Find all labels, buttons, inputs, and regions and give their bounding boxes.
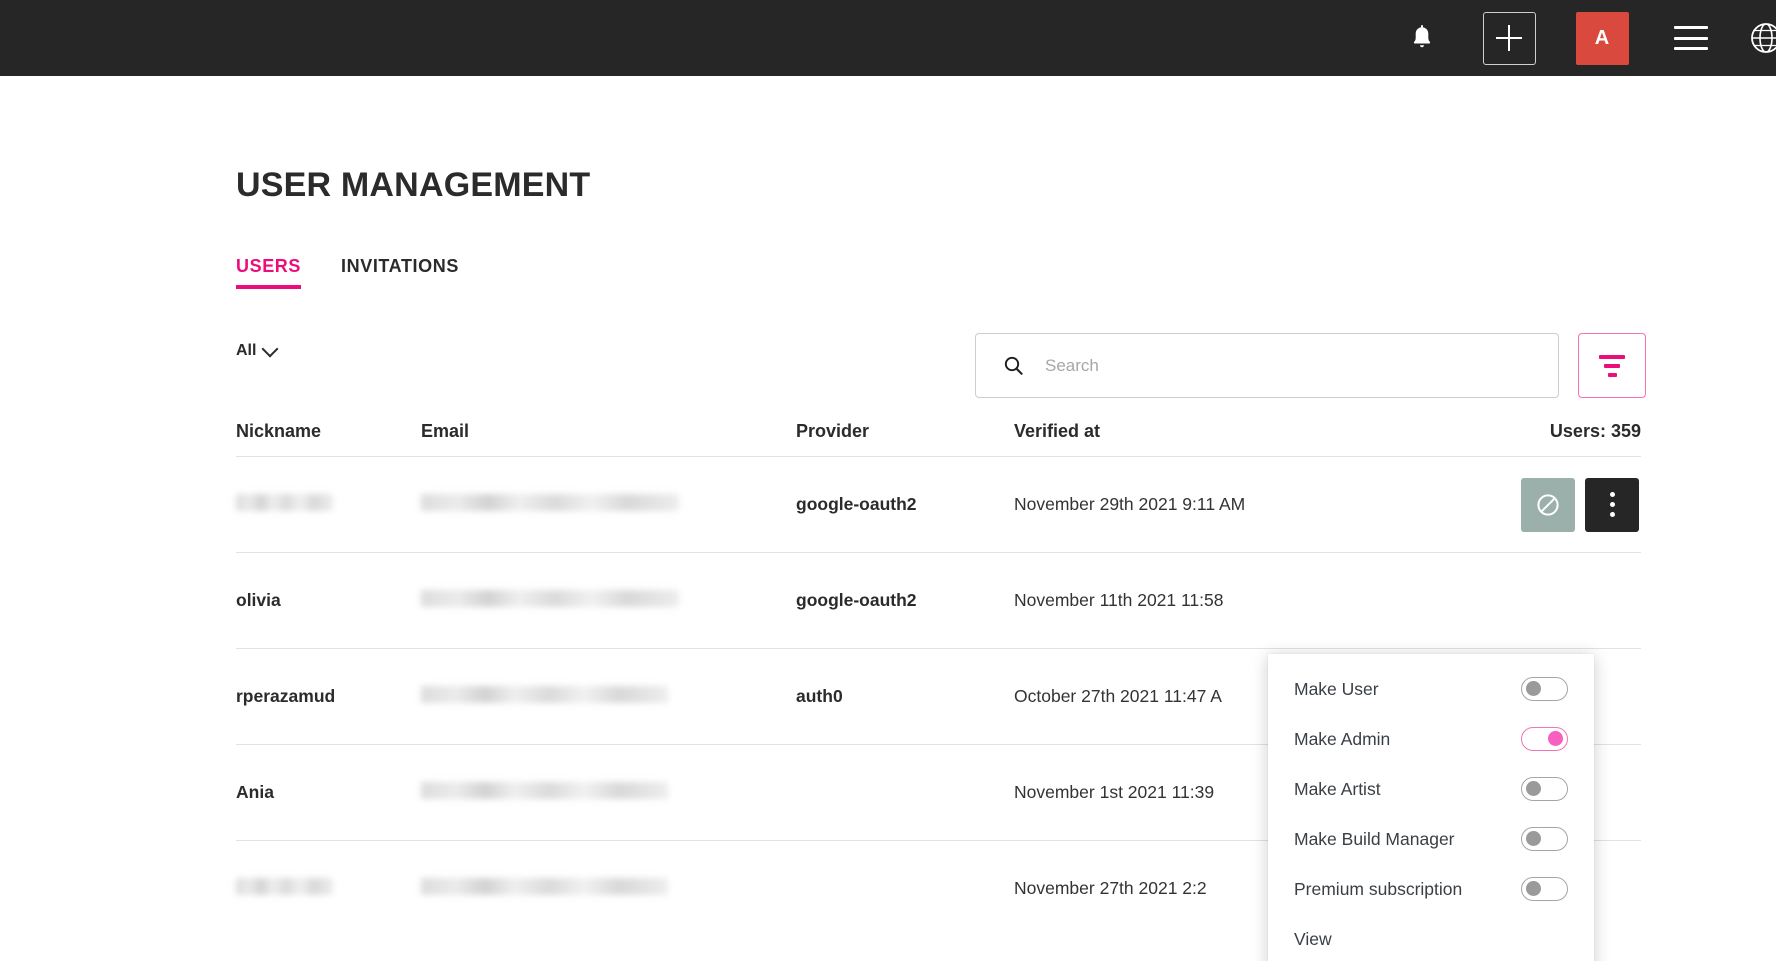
cell-provider: auth0	[796, 686, 843, 706]
more-vertical-icon	[1609, 492, 1615, 497]
column-header-verified-at: Verified at	[1014, 420, 1101, 441]
table-header-row: Nickname Email Provider Verified at User…	[236, 406, 1641, 456]
menu-item-make-build-manager[interactable]: Make Build Manager	[1268, 814, 1594, 864]
search-input[interactable]	[1045, 355, 1525, 376]
table-row[interactable]: olivia google-oauth2 November 11th 2021 …	[236, 552, 1641, 648]
menu-item-label: Make Admin	[1294, 728, 1391, 749]
cell-provider: google-oauth2	[796, 590, 917, 610]
menu-item-label: Make Artist	[1294, 778, 1381, 799]
menu-item-make-artist[interactable]: Make Artist	[1268, 764, 1594, 814]
table-row[interactable]: google-oauth2 November 29th 2021 9:11 AM	[236, 456, 1641, 552]
language-button[interactable]	[1734, 0, 1776, 76]
search-box[interactable]	[975, 333, 1559, 398]
cell-nickname	[236, 493, 421, 516]
redacted-email	[421, 589, 679, 607]
tab-invitations[interactable]: INVITATIONS	[341, 256, 459, 289]
tab-users[interactable]: USERS	[236, 256, 302, 289]
page-title: USER MANAGEMENT	[236, 166, 591, 204]
role-filter-label: All	[236, 342, 257, 359]
role-filter-dropdown[interactable]: All	[236, 340, 279, 360]
row-more-options-button[interactable]	[1585, 477, 1639, 532]
premium-subscription-toggle[interactable]	[1521, 877, 1568, 901]
plus-icon	[1496, 25, 1522, 51]
block-user-button[interactable]	[1521, 477, 1575, 532]
cell-verified-at: November 11th 2021 11:58	[1014, 590, 1224, 610]
main-menu-button[interactable]	[1648, 0, 1734, 76]
tab-bar: USERS INVITATIONS	[236, 256, 459, 289]
page-content: USER MANAGEMENT USERS INVITATIONS All Se…	[0, 76, 1776, 961]
menu-item-premium-subscription[interactable]: Premium subscription	[1268, 864, 1594, 914]
make-admin-toggle[interactable]	[1521, 727, 1568, 751]
cell-nickname: rperazamud	[236, 686, 336, 706]
cell-nickname: olivia	[236, 590, 281, 610]
avatar[interactable]: A	[1575, 11, 1629, 65]
avatar-wrap: A	[1556, 0, 1648, 76]
redacted-email	[421, 685, 668, 703]
column-header-email: Email	[421, 420, 470, 441]
menu-item-label: Premium subscription	[1294, 878, 1463, 899]
cell-email	[421, 781, 796, 804]
user-management-page: A USER MANAGEMENT USERS INVITATIONS All …	[0, 0, 1776, 961]
make-user-toggle[interactable]	[1521, 677, 1568, 701]
topbar-actions: A	[1382, 0, 1776, 76]
redacted-nickname	[236, 493, 333, 511]
bell-icon	[1410, 24, 1434, 52]
block-icon	[1537, 493, 1559, 516]
menu-item-label: View	[1294, 928, 1332, 949]
cell-nickname: Ania	[236, 782, 274, 802]
menu-item-make-admin[interactable]: Make Admin	[1268, 714, 1594, 764]
make-build-manager-toggle[interactable]	[1521, 827, 1568, 851]
column-header-provider: Provider	[796, 420, 870, 441]
redacted-nickname	[236, 877, 333, 895]
make-artist-toggle[interactable]	[1521, 777, 1568, 801]
user-count-label: Users: 359	[1549, 420, 1641, 441]
menu-item-view[interactable]: View	[1268, 914, 1594, 961]
menu-item-make-user[interactable]: Make User	[1268, 664, 1594, 714]
add-button[interactable]	[1482, 11, 1536, 65]
redacted-email	[421, 877, 668, 895]
redacted-email	[421, 493, 679, 511]
cell-email	[421, 685, 796, 708]
menu-item-label: Make Build Manager	[1294, 828, 1455, 849]
globe-icon	[1749, 21, 1776, 55]
hamburger-icon	[1674, 26, 1708, 50]
cell-email	[421, 877, 796, 900]
row-context-menu: Make User Make Admin Make Artist Make Bu…	[1268, 654, 1594, 961]
column-header-nickname: Nickname	[236, 420, 322, 441]
filter-icon	[1598, 354, 1626, 377]
cell-email	[421, 493, 796, 516]
add-button-wrap	[1462, 0, 1556, 76]
redacted-email	[421, 781, 668, 799]
cell-email	[421, 589, 796, 612]
search-icon	[1004, 356, 1023, 375]
cell-provider: google-oauth2	[796, 494, 917, 514]
filter-button[interactable]	[1578, 333, 1646, 398]
chevron-down-icon	[261, 340, 279, 357]
row-action-buttons	[1521, 477, 1639, 532]
notifications-button[interactable]	[1382, 0, 1462, 76]
cell-nickname	[236, 877, 421, 900]
menu-item-label: Make User	[1294, 678, 1379, 699]
top-navigation-bar: A	[0, 0, 1776, 76]
